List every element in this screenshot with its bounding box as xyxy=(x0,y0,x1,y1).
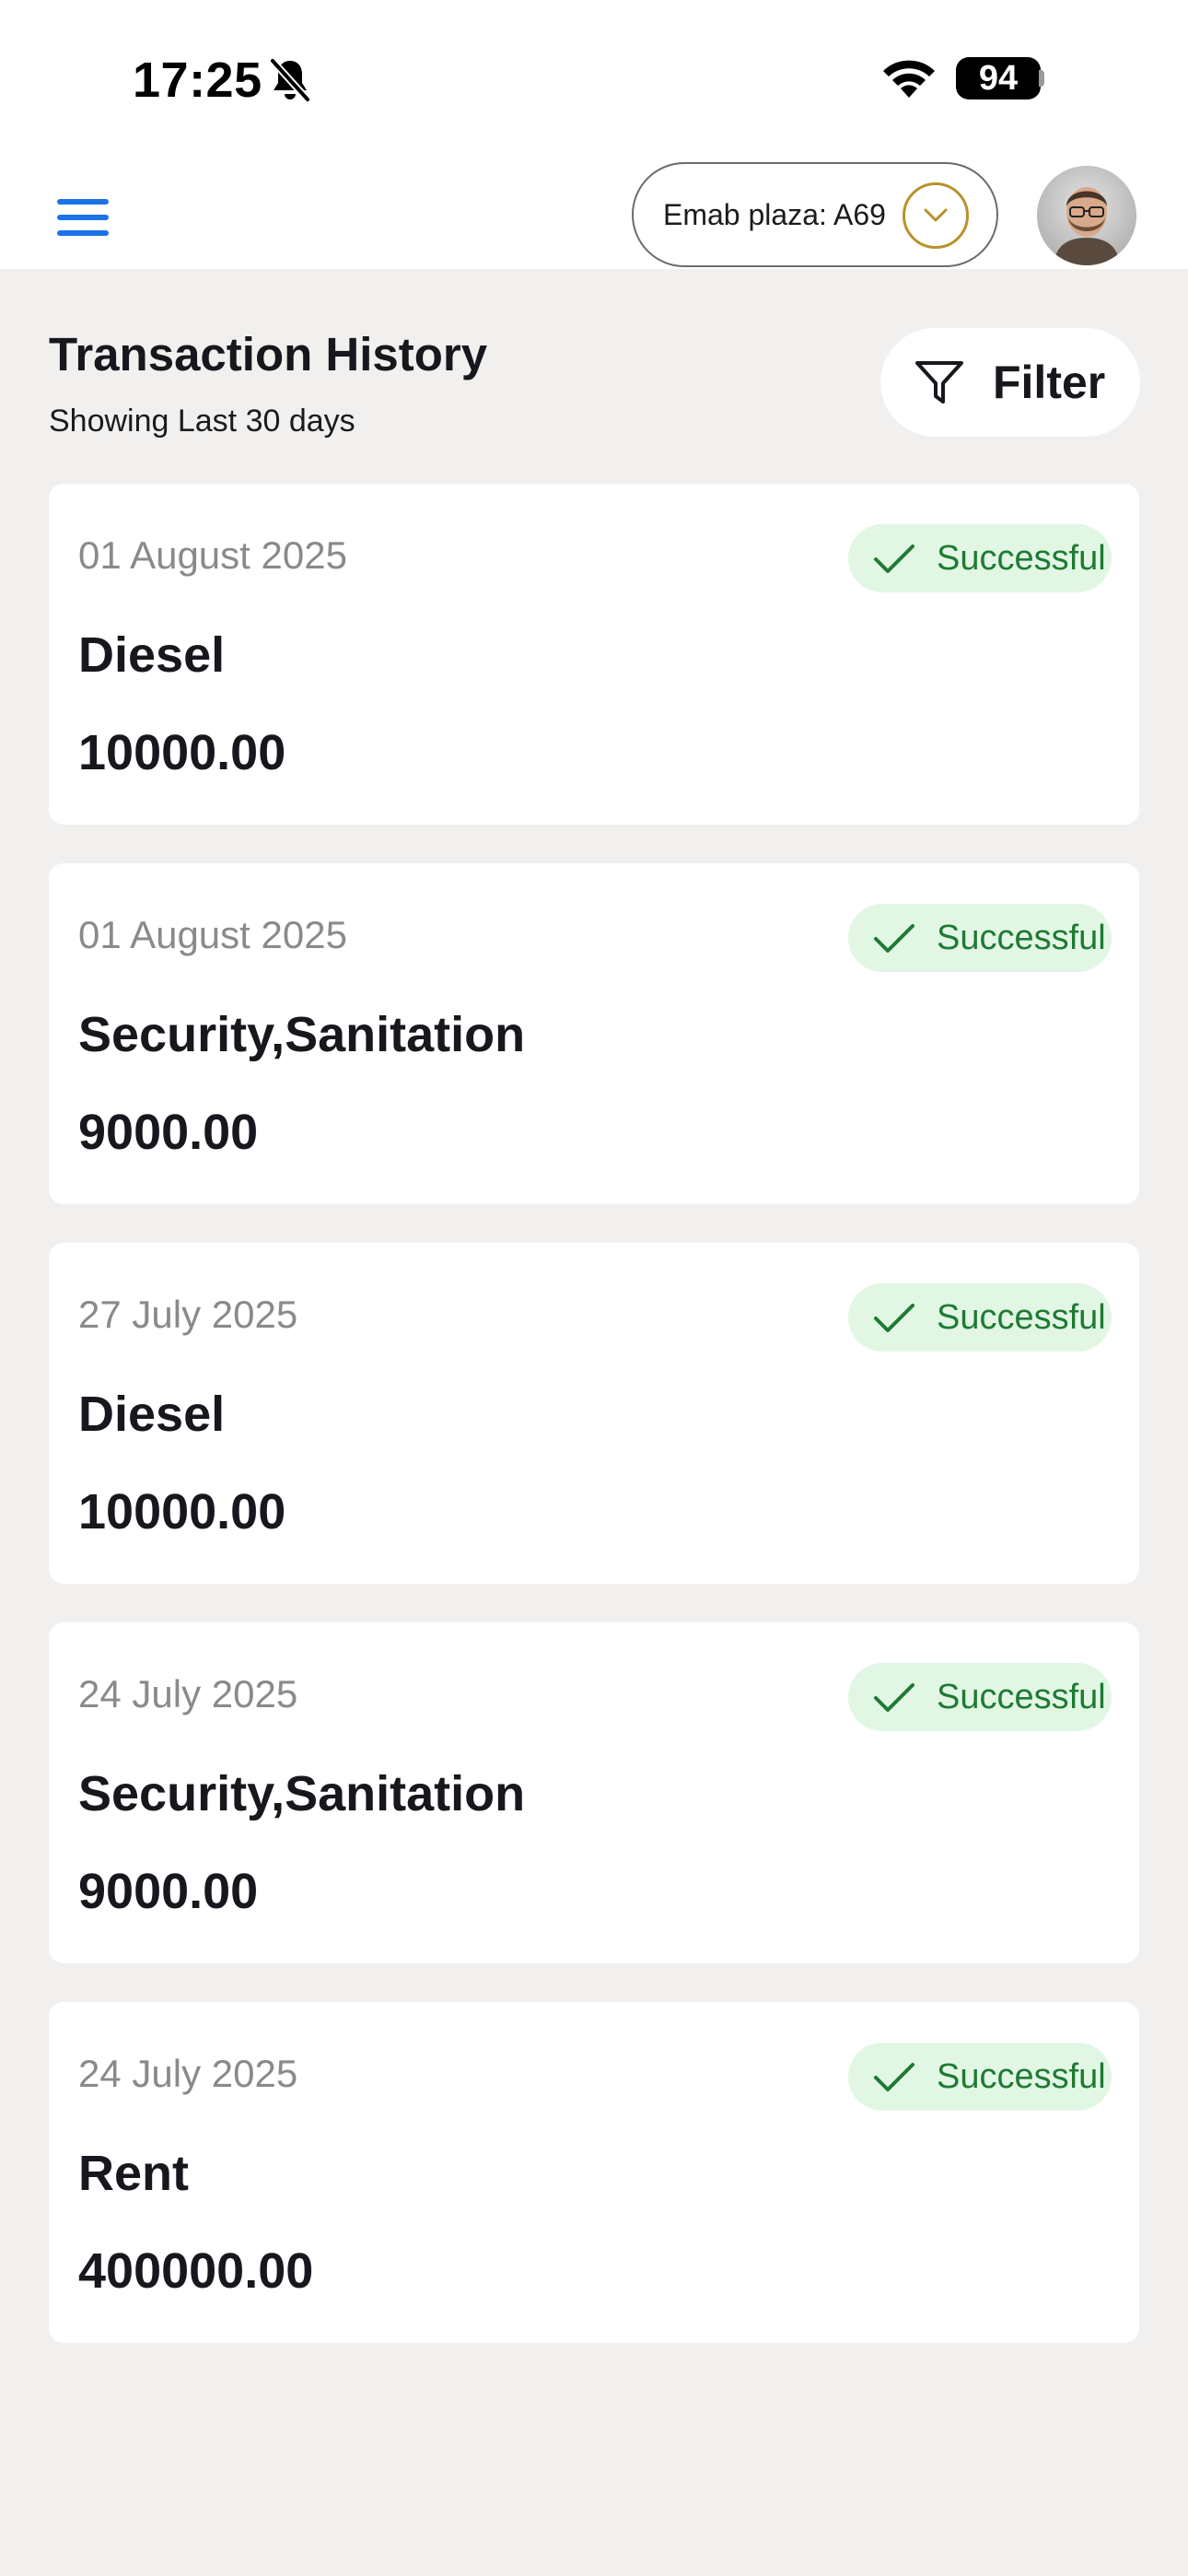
transaction-category: Security,Sanitation xyxy=(78,1007,526,1062)
filter-label: Filter xyxy=(993,357,1106,408)
status-time: 17:25 xyxy=(133,53,262,108)
battery-cap xyxy=(1039,70,1044,87)
status-bar: 17:25 94 xyxy=(0,0,1188,157)
chevron-down-icon xyxy=(924,208,948,222)
transaction-date: 27 July 2025 xyxy=(78,1293,298,1336)
transaction-amount: 10000.00 xyxy=(78,725,286,780)
chevron-down-circle-icon[interactable] xyxy=(903,182,969,249)
transaction-card[interactable]: 24 July 2025 Successful Rent 400000.00 xyxy=(49,2002,1139,2343)
transaction-amount: 9000.00 xyxy=(78,1105,259,1160)
transaction-card[interactable]: 01 August 2025 Successful Diesel 10000.0… xyxy=(49,484,1139,825)
status-badge: Successful xyxy=(848,2043,1112,2111)
page-subtitle: Showing Last 30 days xyxy=(49,404,355,439)
user-avatar-image xyxy=(1037,166,1136,265)
status-text: Successful xyxy=(937,539,1106,578)
status-badge: Successful xyxy=(848,1283,1112,1352)
transaction-card[interactable]: 24 July 2025 Successful Security,Sanitat… xyxy=(49,1622,1139,1963)
transaction-category: Diesel xyxy=(78,1387,226,1442)
transaction-date: 01 August 2025 xyxy=(78,913,347,956)
transaction-amount: 400000.00 xyxy=(78,2243,314,2299)
location-label: Emab plaza: A69 xyxy=(663,198,886,231)
battery-icon: 94 xyxy=(956,57,1041,100)
transaction-card[interactable]: 01 August 2025 Successful Security,Sanit… xyxy=(49,863,1139,1204)
check-icon xyxy=(874,1304,914,1332)
check-icon xyxy=(874,1683,914,1712)
status-text: Successful xyxy=(937,1678,1106,1716)
transaction-date: 24 July 2025 xyxy=(78,2052,298,2095)
transaction-category: Diesel xyxy=(78,627,226,683)
filter-button[interactable]: Filter xyxy=(880,328,1140,437)
avatar[interactable] xyxy=(1037,166,1136,265)
page-title: Transaction History xyxy=(49,328,488,381)
transaction-category: Security,Sanitation xyxy=(78,1766,526,1821)
transaction-amount: 9000.00 xyxy=(78,1864,259,1919)
transaction-card[interactable]: 27 July 2025 Successful Diesel 10000.00 xyxy=(49,1243,1139,1584)
status-text: Successful xyxy=(937,2057,1106,2096)
status-badge: Successful xyxy=(848,1663,1112,1731)
transaction-date: 01 August 2025 xyxy=(78,533,347,577)
check-icon xyxy=(874,544,914,573)
check-icon xyxy=(874,924,914,953)
funnel-icon xyxy=(915,361,963,404)
wifi-icon xyxy=(883,60,935,98)
status-text: Successful xyxy=(937,919,1106,957)
status-text: Successful xyxy=(937,1298,1106,1337)
transaction-category: Rent xyxy=(78,2146,189,2201)
check-icon xyxy=(874,2063,914,2091)
status-badge: Successful xyxy=(848,904,1112,972)
bell-slash-icon xyxy=(269,57,311,103)
transaction-date: 24 July 2025 xyxy=(78,1672,298,1715)
status-badge: Successful xyxy=(848,524,1112,592)
transaction-list: 01 August 2025 Successful Diesel 10000.0… xyxy=(49,484,1139,2382)
transaction-amount: 10000.00 xyxy=(78,1484,286,1540)
hamburger-menu-icon[interactable] xyxy=(57,199,109,236)
location-selector[interactable]: Emab plaza: A69 xyxy=(632,162,998,267)
